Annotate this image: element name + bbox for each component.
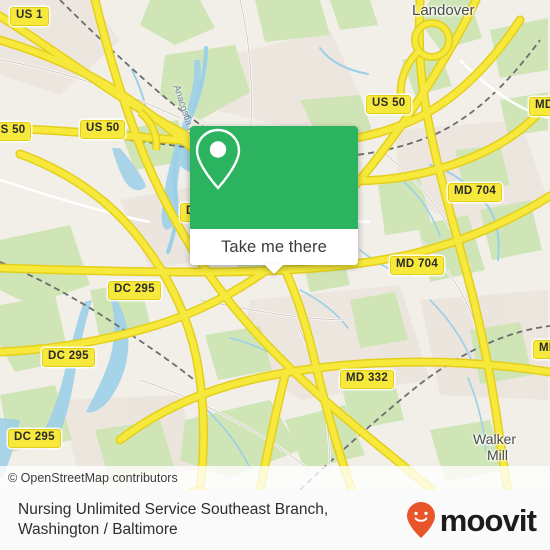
map-attribution-bar: © OpenStreetMap contributors <box>0 466 550 490</box>
popup-cta-area[interactable]: Take me there <box>190 229 358 274</box>
moovit-wordmark: moovit <box>439 502 537 538</box>
road-shield-us-1: US 1 <box>10 7 49 26</box>
road-shield-dc-295-c: DC 295 <box>42 348 95 367</box>
place-label-landover: Landover <box>412 2 475 19</box>
popup-marker-area <box>190 126 358 229</box>
road-shield-dc-295-n: DC 295 <box>108 281 161 300</box>
footer-bar: Nursing Unlimited Service Southeast Bran… <box>0 490 550 550</box>
location-title: Nursing Unlimited Service Southeast Bran… <box>18 501 329 538</box>
moovit-map-screenshot: Landover Walker Mill Anacostia River US … <box>0 0 550 550</box>
road-shield-md-se: MD <box>533 340 550 359</box>
map-pin-icon <box>195 128 241 190</box>
road-shield-us-50-c: US 50 <box>80 120 126 139</box>
road-shield-us-50-w: US 50 <box>0 122 32 141</box>
moovit-logo[interactable]: moovit <box>406 501 537 539</box>
moovit-smiley-pin-icon <box>406 502 435 538</box>
popup-pointer <box>264 264 284 274</box>
road-shield-md-332: MD 332 <box>340 370 395 389</box>
road-shield-dc-295-s: DC 295 <box>8 429 61 448</box>
road-shield-md-704-n: MD 704 <box>448 183 503 202</box>
road-shield-md-ne: MD <box>529 97 550 116</box>
take-me-there-label: Take me there <box>221 237 327 256</box>
location-popup-card[interactable]: Take me there <box>190 126 358 274</box>
map-canvas[interactable]: Landover Walker Mill Anacostia River US … <box>0 0 550 490</box>
road-shield-md-704-s: MD 704 <box>390 256 445 275</box>
road-shield-us-50-e: US 50 <box>366 95 412 114</box>
place-label-walker: Walker <box>473 431 517 447</box>
place-label-mill: Mill <box>487 447 508 463</box>
osm-attribution-text[interactable]: © OpenStreetMap contributors <box>8 471 178 485</box>
